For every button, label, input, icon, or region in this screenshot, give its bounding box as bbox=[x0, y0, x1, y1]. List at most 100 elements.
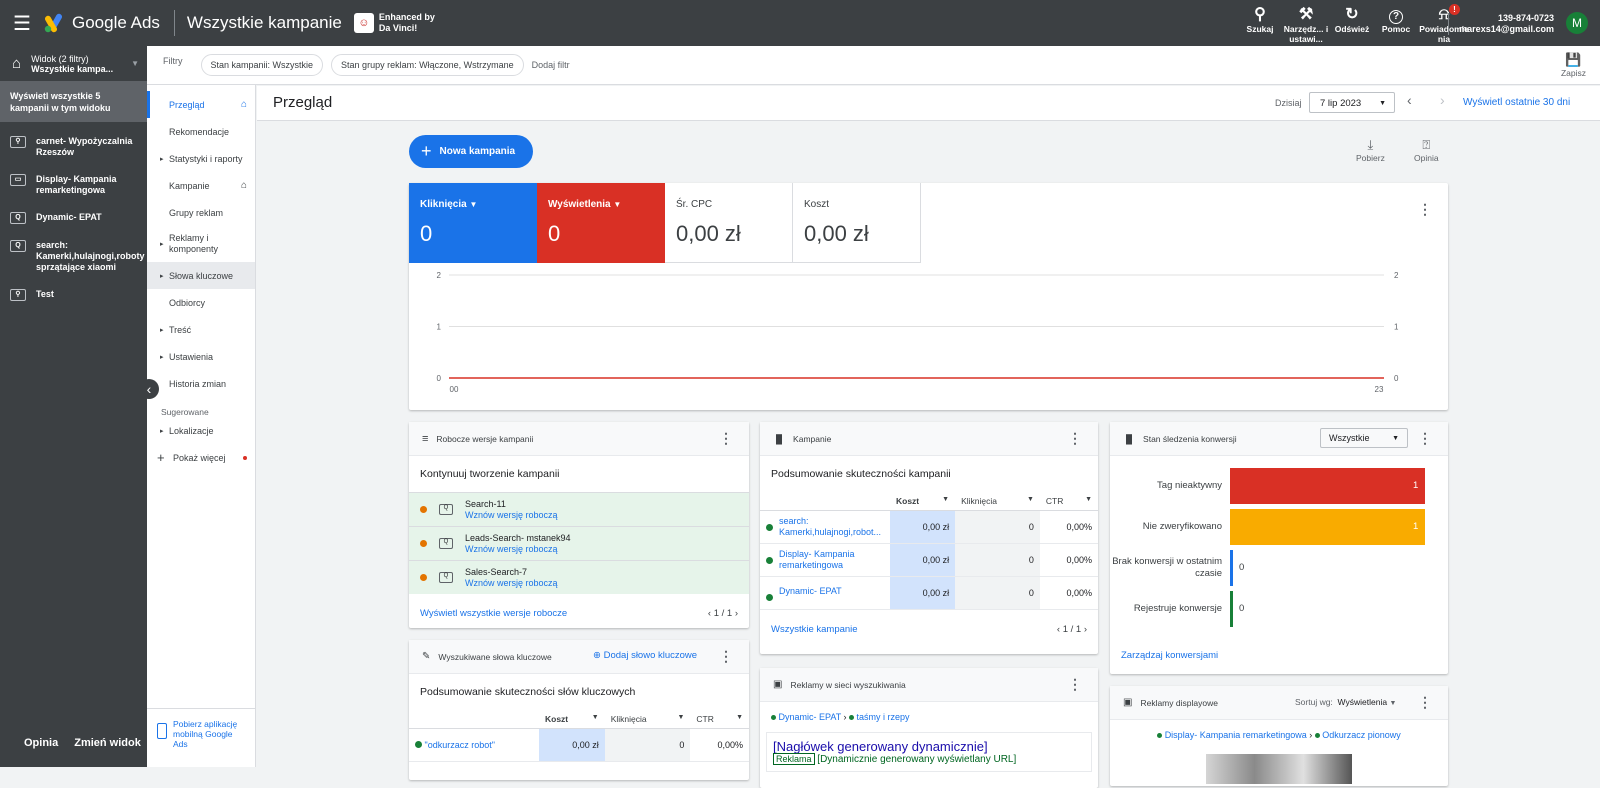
nav-item[interactable]: Grupy reklam bbox=[147, 199, 255, 226]
ctr-header[interactable]: CTR ▼ bbox=[1039, 492, 1098, 511]
campaign-item[interactable]: Qsearch: Kamerki,hulajnogi,roboty sprząt… bbox=[0, 232, 147, 281]
clicks-header[interactable]: Kliknięcia ▼ bbox=[604, 710, 691, 729]
show-all-campaigns[interactable]: Wyświetl wszystkie 5 kampanii w tym wido… bbox=[0, 82, 147, 122]
campaign-link[interactable]: Dynamic- EPAT bbox=[779, 712, 842, 722]
draft-row[interactable]: Q Sales-Search-7 Wznów wersję roboczą bbox=[409, 560, 749, 594]
campaign-item[interactable]: ⚲ carnet- Wypożyczalnia Rzeszów bbox=[0, 128, 147, 166]
view-selector[interactable]: ⌂ Widok (2 filtry) Wszystkie kampa... ▼ bbox=[0, 46, 147, 82]
tools-button[interactable]: ⚒ Narzędz... i ustawi... bbox=[1282, 6, 1330, 44]
campaign-link[interactable]: Display- Kampania remarketingowa bbox=[779, 549, 884, 571]
add-keyword-button[interactable]: ⊕ Dodaj słowo kluczowe bbox=[593, 650, 697, 661]
ad-preview[interactable]: [Nagłówek generowany dynamicznie] Reklam… bbox=[766, 732, 1092, 772]
enhanced-badge[interactable]: ☺ Enhanced by Da Vinci! bbox=[353, 12, 435, 34]
opinion-link[interactable]: Opinia bbox=[24, 737, 58, 749]
download-button[interactable]: ⤓ Pobierz bbox=[1356, 137, 1385, 163]
download-app-link[interactable]: Pobierz aplikację mobilną Google Ads bbox=[147, 708, 256, 749]
all-campaigns-link[interactable]: Wszystkie kampanie bbox=[771, 624, 858, 635]
more-options-icon[interactable]: ⋮ bbox=[1418, 694, 1432, 711]
cost-header[interactable]: Koszt ▼ bbox=[890, 492, 956, 511]
performance-card: Kliknięcia ▼ 0 Wyświetlenia ▼ 0 Śr. CPC 0,0… bbox=[409, 183, 1448, 410]
last-30-days-link[interactable]: Wyświetl ostatnie 30 dni bbox=[1463, 97, 1570, 108]
account-info[interactable]: 139-874-0723 marexs14@gmail.com bbox=[1448, 13, 1554, 35]
help-button[interactable]: ? Pomoc bbox=[1374, 6, 1418, 44]
more-options-icon[interactable]: ⋮ bbox=[1418, 430, 1432, 447]
resume-draft-link[interactable]: Wznów wersję roboczą bbox=[465, 544, 571, 555]
filter-chip[interactable]: Stan kampanii: Wszystkie bbox=[200, 54, 324, 76]
campaign-cell[interactable]: Display- Kampania remarketingowa bbox=[760, 543, 890, 577]
campaign-item[interactable]: ▭ Display- Kampania remarketingowa bbox=[0, 166, 147, 204]
clicks-header[interactable]: Kliknięcia ▼ bbox=[955, 492, 1040, 511]
date-picker[interactable]: 7 lip 2023 ▼ bbox=[1309, 92, 1395, 113]
metric-clicks[interactable]: Kliknięcia ▼ 0 bbox=[409, 183, 537, 263]
campaign-link[interactable]: Dynamic- EPAT bbox=[779, 586, 884, 597]
more-options-icon[interactable]: ⋮ bbox=[719, 648, 733, 665]
campaign-link[interactable]: search: Kamerki,hulajnogi,robot... bbox=[779, 516, 884, 538]
draft-row[interactable]: Q Search-11 Wznów wersję roboczą bbox=[409, 492, 749, 526]
refresh-button[interactable]: ↻ Odśwież bbox=[1330, 6, 1374, 44]
drafts-card: ≡ Robocze wersje kampanii ⋮ Kontynuuj two… bbox=[409, 422, 749, 628]
pagination[interactable]: ‹ 1 / 1 › bbox=[708, 608, 738, 619]
keyword-cell[interactable]: "odkurzacz robot" bbox=[409, 728, 539, 762]
nav-item[interactable]: ▸ Słowa kluczowe bbox=[147, 262, 255, 289]
save-button[interactable]: 💾 Zapisz bbox=[1561, 52, 1586, 78]
ctr-header[interactable]: CTR ▼ bbox=[690, 710, 749, 729]
new-campaign-button[interactable]: + Nowa kampania bbox=[409, 135, 533, 168]
avatar[interactable]: M bbox=[1566, 12, 1588, 34]
conversion-bar[interactable] bbox=[1230, 550, 1233, 586]
campaign-item[interactable]: ⚲ Test bbox=[0, 281, 147, 309]
collapse-panel-button[interactable]: ‹ bbox=[139, 379, 159, 399]
conversion-bar[interactable] bbox=[1230, 468, 1425, 504]
nav-item[interactable]: Odbiorcy bbox=[147, 289, 255, 316]
campaign-cell[interactable]: search: Kamerki,hulajnogi,robot... bbox=[760, 510, 890, 544]
conversion-filter-select[interactable]: Wszystkie ▼ bbox=[1320, 428, 1408, 448]
view-all-drafts-link[interactable]: Wyświetl wszystkie wersje robocze bbox=[420, 608, 567, 619]
table-row[interactable]: search: Kamerki,hulajnogi,robot... 0,00 z… bbox=[760, 510, 1098, 544]
google-ads-logo[interactable]: Google Ads bbox=[44, 13, 160, 33]
more-options-icon[interactable]: ⋮ bbox=[1418, 201, 1432, 218]
nav-item[interactable]: ▸ Ustawienia bbox=[147, 343, 255, 370]
campaign-link[interactable]: Display- Kampania remarketingowa bbox=[1165, 730, 1307, 740]
sort-control[interactable]: Sortuj wg: Wyświetlenia ▼ bbox=[1295, 697, 1396, 707]
change-view-link[interactable]: Zmień widok bbox=[74, 737, 141, 749]
ad-group-link[interactable]: Odkurzacz pionowy bbox=[1322, 730, 1401, 740]
cost-header[interactable]: Koszt ▼ bbox=[539, 710, 605, 729]
more-options-icon[interactable]: ⋮ bbox=[1068, 676, 1082, 693]
ad-group-link[interactable]: taśmy i rzepy bbox=[857, 712, 910, 722]
search-button[interactable]: ⚲ Szukaj bbox=[1238, 6, 1282, 44]
metric-impressions[interactable]: Wyświetlenia ▼ 0 bbox=[537, 183, 665, 263]
campaign-cell[interactable]: Dynamic- EPAT bbox=[760, 576, 890, 610]
resume-draft-link[interactable]: Wznów wersję roboczą bbox=[465, 578, 558, 589]
card-footer: Wszystkie kampanie ‹ 1 / 1 › bbox=[760, 610, 1098, 649]
manage-conversions-link[interactable]: Zarządzaj konwersjami bbox=[1121, 650, 1218, 661]
more-options-icon[interactable]: ⋮ bbox=[1068, 430, 1082, 447]
campaign-item[interactable]: Q Dynamic- EPAT bbox=[0, 204, 147, 232]
conversion-bar[interactable] bbox=[1230, 591, 1233, 627]
metric-avg-cpc[interactable]: Śr. CPC 0,00 zł bbox=[665, 183, 793, 263]
nav-item[interactable]: ▸ Treść bbox=[147, 316, 255, 343]
pagination[interactable]: ‹ 1 / 1 › bbox=[1057, 624, 1087, 635]
draft-row[interactable]: Q Leads-Search- mstanek94 Wznów wersję rob… bbox=[409, 526, 749, 560]
add-filter-link[interactable]: Dodaj filtr bbox=[532, 60, 570, 70]
table-row[interactable]: Dynamic- EPAT 0,00 zł 0 0,00% bbox=[760, 576, 1098, 610]
show-more-button[interactable]: + Pokaż więcej bbox=[147, 444, 255, 471]
more-options-icon[interactable]: ⋮ bbox=[719, 430, 733, 447]
next-period-button[interactable]: › bbox=[1440, 92, 1445, 108]
resume-draft-link[interactable]: Wznów wersję roboczą bbox=[465, 510, 558, 521]
menu-icon[interactable]: ☰ bbox=[0, 0, 44, 46]
table-row[interactable]: Display- Kampania remarketingowa 0,00 zł 0… bbox=[760, 543, 1098, 577]
nav-item[interactable]: Historia zmian bbox=[147, 370, 255, 397]
previous-period-button[interactable]: ‹ bbox=[1407, 92, 1412, 108]
conversion-bar[interactable] bbox=[1230, 509, 1425, 545]
nav-item[interactable]: ▸ Reklamy i komponenty bbox=[147, 226, 255, 262]
nav-item[interactable]: Kampanie ⌂ bbox=[147, 172, 255, 199]
nav-item[interactable]: Przegląd ⌂ bbox=[147, 91, 255, 118]
nav-item[interactable]: Rekomendacje bbox=[147, 118, 255, 145]
nav-item-locations[interactable]: ▸ Lokalizacje bbox=[147, 417, 255, 444]
feedback-button[interactable]: ⍰ Opinia bbox=[1414, 137, 1439, 163]
table-row[interactable]: "odkurzacz robot" 0,00 zł 0 0,00% bbox=[409, 728, 749, 762]
metric-cost[interactable]: Koszt 0,00 zł bbox=[793, 183, 921, 263]
filter-chip[interactable]: Stan grupy reklam: Włączone, Wstrzymane bbox=[331, 54, 524, 76]
ad-image-preview[interactable] bbox=[1206, 754, 1352, 784]
keyword-link[interactable]: "odkurzacz robot" bbox=[425, 740, 495, 750]
nav-item[interactable]: ▸ Statystyki i raporty bbox=[147, 145, 255, 172]
